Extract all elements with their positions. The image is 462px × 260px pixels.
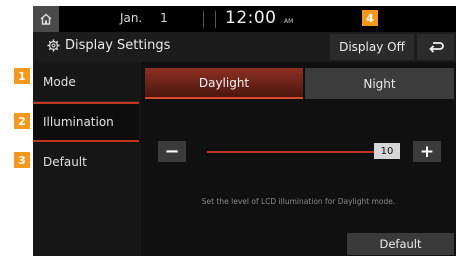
display-off-button[interactable]: Display Off (330, 34, 414, 60)
back-icon (428, 42, 444, 53)
sidebar-item-illumination[interactable]: Illumination (33, 102, 139, 142)
sidebar-item-label: Illumination (43, 115, 114, 129)
slider-fill (207, 151, 387, 153)
callout-badge: 3 (14, 152, 30, 168)
minus-icon: − (164, 141, 180, 162)
sidebar-item-default[interactable]: Default (33, 142, 139, 182)
sidebar-item-label: Default (43, 155, 87, 169)
display-screen: Jan. 1 12:00 AM Display Settings Display… (33, 6, 456, 256)
home-icon (40, 13, 52, 25)
plus-icon: + (419, 141, 435, 162)
sidebar: Mode Illumination Default (33, 62, 141, 256)
illumination-hint: Set the level of LCD illumination for Da… (201, 197, 396, 206)
status-divider (215, 11, 216, 28)
tab-night[interactable]: Night (305, 68, 454, 99)
clock-ampm: AM (284, 18, 294, 25)
callout-badge: 1 (14, 68, 30, 84)
settings-content: Daylight Night − 10 + Set the level of L… (141, 62, 456, 256)
back-button[interactable] (417, 34, 454, 60)
gear-icon (47, 39, 60, 52)
home-button[interactable] (33, 6, 59, 32)
increase-button[interactable]: + (413, 141, 441, 162)
callout-badge: 4 (362, 10, 378, 26)
slider-value-thumb[interactable]: 10 (374, 143, 400, 159)
clock-time: 12:00 (225, 8, 277, 28)
page-header: Display Settings Display Off (33, 32, 456, 62)
status-divider (203, 11, 204, 28)
illumination-slider[interactable] (207, 151, 387, 153)
status-bar: Jan. 1 12:00 AM (33, 6, 456, 32)
default-button[interactable]: Default (347, 233, 454, 255)
decrease-button[interactable]: − (158, 141, 186, 162)
page-title-wrap: Display Settings (47, 38, 170, 53)
date-text: Jan. 1 (120, 11, 168, 25)
callout-badge: 2 (14, 113, 30, 129)
page-title: Display Settings (65, 38, 171, 53)
sidebar-item-mode[interactable]: Mode (33, 62, 139, 102)
sidebar-item-label: Mode (43, 74, 76, 89)
tab-daylight[interactable]: Daylight (145, 68, 303, 99)
